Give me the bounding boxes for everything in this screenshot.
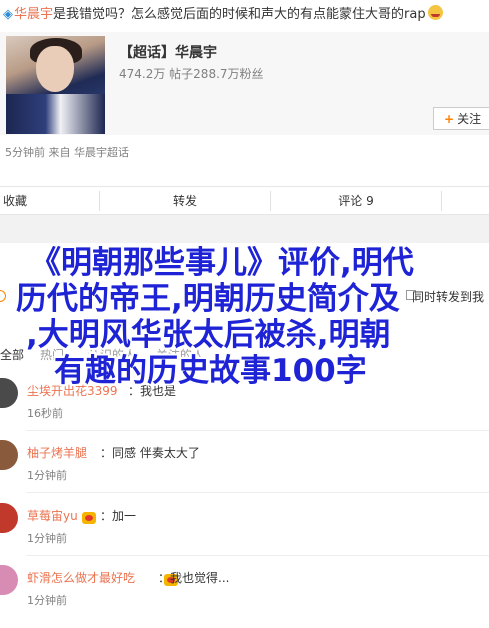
section-divider xyxy=(0,214,489,243)
like-button[interactable] xyxy=(442,187,489,215)
divider xyxy=(26,492,489,493)
topic-title[interactable]: 【超话】华晨宇 xyxy=(119,42,217,62)
comment-author[interactable]: 柚子烤羊腿 xyxy=(27,444,87,461)
overlay-line: 有趣的历史故事100字 xyxy=(54,353,367,389)
comment-time: 1分钟前 xyxy=(27,532,67,545)
comment-time: 16秒前 xyxy=(27,407,63,420)
overlay-line: ,大明风华张太后被杀,明朝 xyxy=(26,317,391,353)
avatar[interactable] xyxy=(0,565,18,595)
follow-label: 关注 xyxy=(457,112,482,126)
divider xyxy=(26,555,489,556)
user-mention-link[interactable]: 华晨宇 xyxy=(14,7,53,22)
overlay-line: 《明朝那些事儿》评价,明代 xyxy=(30,245,414,281)
favorite-button[interactable]: 收藏 xyxy=(0,187,30,215)
post-meta: 5分钟前 来自 华晨宇超话 xyxy=(5,146,129,159)
topic-avatar[interactable] xyxy=(6,36,105,134)
post-body: 是我错觉吗？怎么感觉后面的时候和声大的有点能蒙住大哥的rap xyxy=(53,7,426,22)
comment-text: ：我也觉得... xyxy=(158,571,230,585)
topic-stats: 474.2万 帖子288.7万粉丝 xyxy=(119,67,264,81)
laughing-emoji-icon xyxy=(427,5,443,20)
post-text: ◈华晨宇是我错觉吗？怎么感觉后面的时候和声大的有点能蒙住大哥的rap xyxy=(0,0,489,30)
comment-time: 1分钟前 xyxy=(27,594,67,607)
vip-crown-icon xyxy=(82,512,96,524)
action-bar: 收藏 转发 评论 9 xyxy=(0,186,489,215)
diamond-icon: ◈ xyxy=(3,7,13,22)
comment-time: 1分钟前 xyxy=(27,469,67,482)
plus-icon: + xyxy=(444,112,455,126)
avatar[interactable] xyxy=(0,440,18,470)
repost-button[interactable]: 转发 xyxy=(100,187,270,215)
emoji-toggle[interactable] xyxy=(0,290,6,302)
comment-author[interactable]: 虾滑怎么做才最好吃 xyxy=(27,569,135,586)
comment-text: ：加一 xyxy=(100,509,137,523)
comment-author[interactable]: 草莓宙yu xyxy=(27,507,78,524)
overlay-title: 《明朝那些事儿》评价,明代 历代的帝王,明朝历史简介及 ,大明风华张太后被杀,明… xyxy=(10,245,480,389)
avatar[interactable] xyxy=(0,503,18,533)
comment-button[interactable]: 评论 9 xyxy=(271,187,441,215)
overlay-line: 历代的帝王,明朝历史简介及 xyxy=(16,281,400,317)
comment-text: ：同感 伴奏太大了 xyxy=(100,446,200,460)
divider xyxy=(26,430,489,431)
follow-button[interactable]: + 关注 xyxy=(433,107,489,130)
